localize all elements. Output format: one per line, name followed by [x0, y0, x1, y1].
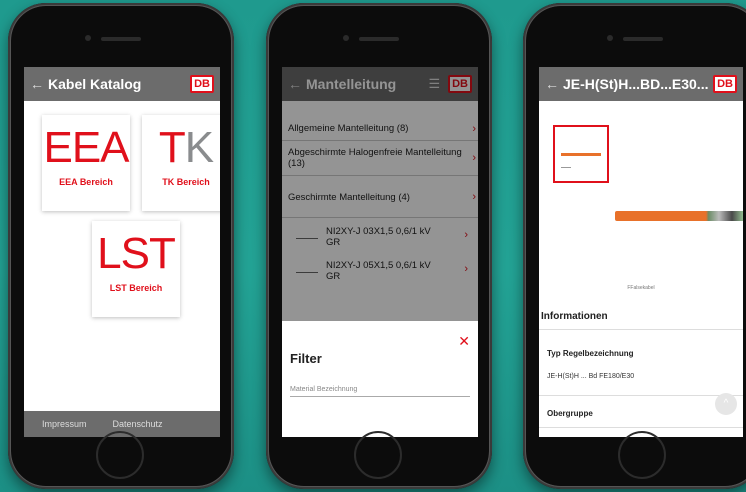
typ-value: JE-H(St)H ... Bd FE180/E30: [547, 373, 635, 380]
app-bar: ← JE-H(St)H...BD...E30... DB: [539, 67, 743, 101]
tile-lst-label: LST Bereich: [109, 283, 163, 293]
tile-eea-abbr: EEA: [43, 123, 129, 172]
list-item[interactable]: NI2XY-J 03X1,5 0,6/1 kV GR ›: [282, 218, 478, 252]
front-camera: [85, 35, 91, 41]
home-button[interactable]: [96, 431, 144, 479]
back-arrow-icon[interactable]: ←: [288, 76, 306, 92]
chevron-right-icon: ›: [464, 263, 468, 275]
phone-frame-detail: ← JE-H(St)H...BD...E30... DB FFalsekabel…: [523, 3, 746, 489]
chevron-right-icon: ›: [472, 190, 476, 203]
page-title: Mantelleitung: [306, 76, 397, 92]
tile-tk[interactable]: TK TK Bereich: [142, 115, 220, 211]
speaker-grille: [623, 37, 663, 41]
mantelleitung-screen: ← Mantelleitung ☰ DB Allgemeine Mantelle…: [282, 67, 478, 437]
cable-thumbnail-image: [561, 153, 601, 156]
phone-frame-catalog: ← Kabel Katalog DB EEA EEA Bereich TK TK…: [8, 3, 234, 489]
thumbnail-caption-line: [561, 167, 571, 168]
close-icon[interactable]: ✕: [458, 333, 470, 350]
item-divider: [296, 238, 318, 239]
db-logo: DB: [448, 75, 472, 93]
db-logo: DB: [713, 75, 737, 93]
list-item[interactable]: Allgemeine Mantelleitung (8) ›: [282, 117, 478, 141]
detail-screen: ← JE-H(St)H...BD...E30... DB FFalsekabel…: [539, 67, 743, 437]
phone-frame-mantelleitung: ← Mantelleitung ☰ DB Allgemeine Mantelle…: [266, 3, 492, 489]
scroll-up-button[interactable]: ^: [715, 393, 737, 415]
app-bar: ← Mantelleitung ☰ DB: [282, 67, 478, 101]
image-caption: FFalsekabel: [627, 285, 655, 291]
datenschutz-link[interactable]: Datenschutz: [113, 419, 163, 429]
cable-image: [615, 211, 743, 221]
front-camera: [607, 35, 613, 41]
divider: [539, 395, 743, 396]
category-label: Allgemeine Mantelleitung (8): [288, 123, 409, 134]
back-arrow-icon[interactable]: ←: [30, 76, 48, 92]
category-list: Allgemeine Mantelleitung (8) › Abgeschir…: [282, 101, 478, 286]
tile-lst-abbr: LST: [97, 229, 176, 278]
category-label: Abgeschirmte Halogenfreie Mantelleitung …: [288, 147, 462, 169]
tile-lst[interactable]: LST LST Bereich: [92, 221, 180, 317]
speaker-grille: [359, 37, 399, 41]
front-camera: [343, 35, 349, 41]
catalog-screen: ← Kabel Katalog DB EEA EEA Bereich TK TK…: [24, 67, 220, 437]
tile-tk-abbr: TK: [158, 123, 214, 172]
typ-label: Typ Regelbezeichnung: [547, 349, 634, 358]
db-logo: DB: [190, 75, 214, 93]
tile-tk-label: TK Bereich: [162, 177, 210, 187]
page-title: JE-H(St)H...BD...E30...: [563, 76, 709, 92]
home-button[interactable]: [618, 431, 666, 479]
impressum-link[interactable]: Impressum: [42, 419, 87, 429]
list-item[interactable]: Abgeschirmte Halogenfreie Mantelleitung …: [282, 141, 478, 176]
item-divider: [296, 272, 318, 273]
filter-sheet: ✕ Filter Material Bezeichnung: [282, 321, 478, 437]
back-arrow-icon[interactable]: ←: [545, 76, 563, 92]
material-search-input[interactable]: Material Bezeichnung: [290, 386, 470, 397]
divider: [539, 427, 743, 428]
divider: [539, 329, 743, 330]
page-title: Kabel Katalog: [48, 76, 142, 92]
tile-eea-label: EEA Bereich: [59, 177, 113, 187]
list-item[interactable]: NI2XY-J 05X1,5 0,6/1 kV GR ›: [282, 252, 478, 286]
chevron-right-icon: ›: [472, 152, 476, 164]
filter-sliders-icon[interactable]: ☰: [428, 76, 440, 92]
obergruppe-label: Obergruppe: [547, 409, 593, 418]
item-label: NI2XY-J 05X1,5 0,6/1 kV GR: [326, 260, 431, 282]
filter-title: Filter: [290, 351, 322, 366]
speaker-grille: [101, 37, 141, 41]
app-bar: ← Kabel Katalog DB: [24, 67, 220, 101]
chevron-right-icon: ›: [464, 229, 468, 241]
info-heading: Informationen: [541, 311, 608, 322]
tile-eea[interactable]: EEA EEA Bereich: [42, 115, 130, 211]
list-item[interactable]: Geschirmte Mantelleitung (4) ›: [282, 176, 478, 218]
category-label: Geschirmte Mantelleitung (4): [288, 192, 410, 203]
home-button[interactable]: [354, 431, 402, 479]
image-thumbnail[interactable]: [553, 125, 609, 183]
item-label: NI2XY-J 03X1,5 0,6/1 kV GR: [326, 226, 431, 248]
chevron-right-icon: ›: [472, 122, 476, 135]
